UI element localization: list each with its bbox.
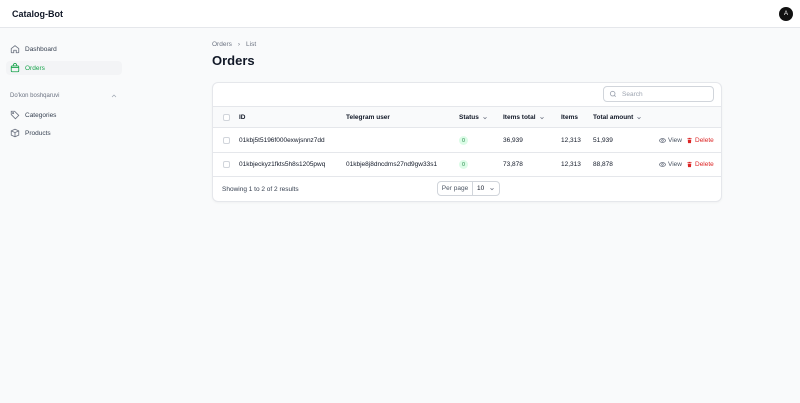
table-header: ID Telegram user Status Items total Item… [213, 106, 721, 128]
column-header-items-total[interactable]: Items total [503, 114, 545, 121]
column-header-status[interactable]: Status [459, 114, 488, 121]
breadcrumb-current: List [246, 41, 257, 48]
search-icon [609, 90, 616, 97]
cell-telegram-user: 01kbje8j8dncdms27nd9gw33s1 [346, 161, 438, 168]
sidebar: Dashboard Orders Do'kon boshqaruvi Categ… [0, 28, 130, 403]
tag-icon [10, 110, 20, 120]
sidebar-item-label: Products [25, 129, 51, 137]
cell-items: 12,313 [561, 161, 581, 168]
eye-icon [659, 138, 666, 143]
cell-id: 01kbjeckyz1fkts5h8s1205pwq [239, 161, 326, 168]
table-row[interactable]: 01kbj5t5196f000exwjsnnz7dd 0 36,939 12,3… [213, 129, 721, 153]
orders-table-card: ID Telegram user Status Items total Item… [212, 82, 722, 202]
sidebar-group-label[interactable]: Do'kon boshqaruvi [10, 93, 60, 99]
eye-icon [659, 162, 666, 167]
sidebar-item-label: Dashboard [25, 45, 57, 53]
search-input[interactable] [622, 90, 702, 98]
column-header-items: Items [561, 114, 578, 121]
per-page-value[interactable]: 10 [473, 182, 499, 195]
avatar[interactable]: A [779, 7, 793, 21]
sidebar-item-categories[interactable]: Categories [6, 108, 122, 122]
select-all-checkbox[interactable] [223, 114, 230, 121]
table-row[interactable]: 01kbjeckyz1fkts5h8s1205pwq 01kbje8j8dncd… [213, 153, 721, 177]
trash-icon [687, 137, 692, 144]
sidebar-item-orders[interactable]: Orders [6, 61, 122, 75]
delete-button[interactable]: Delete [686, 161, 714, 168]
chevron-down-icon [539, 116, 544, 119]
status-badge: 0 [459, 160, 468, 169]
pagination-summary: Showing 1 to 2 of 2 results [222, 186, 299, 193]
row-checkbox[interactable] [223, 161, 230, 168]
trash-icon [687, 161, 692, 168]
cell-items-total: 73,878 [503, 161, 523, 168]
top-bar: Catalog-Bot A [0, 0, 800, 28]
column-header-id: ID [239, 114, 246, 121]
breadcrumb-root[interactable]: Orders [212, 41, 232, 48]
cell-items: 12,313 [561, 137, 581, 144]
per-page-label: Per page [438, 182, 473, 195]
chevron-up-icon[interactable] [110, 92, 118, 100]
sidebar-item-label: Orders [25, 64, 45, 72]
search-box[interactable] [603, 86, 714, 102]
cell-items-total: 36,939 [503, 137, 523, 144]
chevron-down-icon [637, 116, 642, 119]
home-icon [10, 45, 20, 54]
status-badge: 0 [459, 136, 468, 145]
shopping-bag-icon [10, 63, 20, 73]
box-icon [10, 128, 20, 138]
view-button[interactable]: View [659, 161, 682, 168]
view-button[interactable]: View [659, 137, 682, 144]
chevron-right-icon: › [237, 41, 241, 48]
row-checkbox[interactable] [223, 137, 230, 144]
per-page-select[interactable]: Per page 10 [437, 181, 500, 196]
chevron-down-icon [483, 116, 487, 119]
cell-total-amount: 88,878 [593, 161, 613, 168]
cell-id: 01kbj5t5196f000exwjsnnz7dd [239, 137, 325, 144]
sidebar-item-label: Categories [25, 111, 57, 119]
sidebar-item-products[interactable]: Products [6, 126, 122, 140]
cell-total-amount: 51,939 [593, 137, 613, 144]
chevron-down-icon [490, 187, 494, 190]
column-header-telegram-user: Telegram user [346, 114, 390, 121]
column-header-total-amount[interactable]: Total amount [593, 114, 642, 121]
app-title[interactable]: Catalog-Bot [12, 9, 63, 19]
page-title: Orders [212, 53, 255, 68]
delete-button[interactable]: Delete [686, 137, 714, 144]
sidebar-item-dashboard[interactable]: Dashboard [6, 42, 122, 56]
breadcrumb: Orders › List [212, 41, 256, 48]
